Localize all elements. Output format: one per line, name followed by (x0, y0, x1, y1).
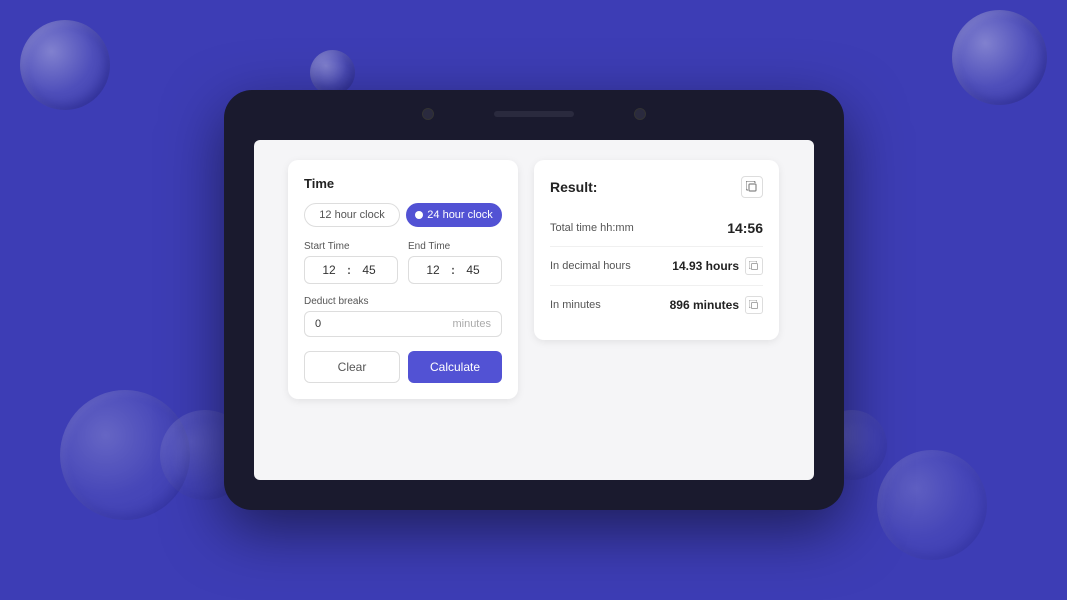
start-time-group: Start Time : (304, 241, 398, 284)
24-hour-label: 24 hour clock (427, 209, 492, 221)
tablet-camera (422, 108, 434, 120)
copy-minutes-button[interactable] (745, 296, 763, 314)
decorative-sphere-1 (20, 20, 110, 110)
minutes-row: In minutes 896 minutes (550, 286, 763, 324)
decimal-hours-label: In decimal hours (550, 260, 631, 272)
tablet-top-bar (224, 90, 844, 138)
start-time-label: Start Time (304, 241, 398, 252)
breaks-value-input[interactable] (315, 318, 355, 330)
breaks-input-container[interactable]: minutes (304, 311, 502, 337)
minutes-value: 896 minutes (670, 298, 739, 312)
decorative-sphere-2 (310, 50, 355, 95)
start-minutes-input[interactable] (355, 263, 383, 277)
end-minutes-input[interactable] (459, 263, 487, 277)
decorative-sphere-3 (952, 10, 1047, 105)
minutes-label: In minutes (550, 299, 601, 311)
time-inputs-row: Start Time : End Time : (304, 241, 502, 284)
clock-toggle-group: 12 hour clock 24 hour clock (304, 203, 502, 227)
deduct-breaks-label: Deduct breaks (304, 296, 502, 307)
panel-title: Time (304, 176, 502, 191)
total-time-row: Total time hh:mm 14:56 (550, 210, 763, 247)
end-hours-input[interactable] (419, 263, 447, 277)
tablet-speaker (494, 111, 574, 117)
end-time-group: End Time : (408, 241, 502, 284)
radio-dot-icon (415, 211, 423, 219)
tablet-screen: Time 12 hour clock 24 hour clock Start T… (254, 140, 814, 480)
decimal-hours-row: In decimal hours 14.93 hours (550, 247, 763, 286)
tablet-device: Time 12 hour clock 24 hour clock Start T… (224, 90, 844, 510)
end-time-input[interactable]: : (408, 256, 502, 284)
copy-decimal-button[interactable] (745, 257, 763, 275)
decimal-hours-value: 14.93 hours (672, 259, 739, 273)
decimal-hours-value-group: 14.93 hours (672, 257, 763, 275)
start-hours-input[interactable] (315, 263, 343, 277)
action-buttons-row: Clear Calculate (304, 351, 502, 383)
12-hour-label: 12 hour clock (319, 209, 384, 221)
start-time-input[interactable]: : (304, 256, 398, 284)
start-time-separator: : (347, 263, 351, 277)
minutes-unit-label: minutes (452, 318, 491, 330)
24-hour-clock-button[interactable]: 24 hour clock (406, 203, 502, 227)
result-header: Result: (550, 176, 763, 198)
minutes-value-group: 896 minutes (670, 296, 763, 314)
12-hour-clock-button[interactable]: 12 hour clock (304, 203, 400, 227)
total-time-label: Total time hh:mm (550, 222, 634, 234)
total-time-value: 14:56 (727, 220, 763, 236)
copy-all-button[interactable] (741, 176, 763, 198)
clear-button[interactable]: Clear (304, 351, 400, 383)
result-title: Result: (550, 179, 597, 195)
end-time-label: End Time (408, 241, 502, 252)
decorative-sphere-6 (877, 450, 987, 560)
calculate-button[interactable]: Calculate (408, 351, 502, 383)
end-time-separator: : (451, 263, 455, 277)
result-panel: Result: Total time hh:mm 14:56 In decima… (534, 160, 779, 340)
time-input-panel: Time 12 hour clock 24 hour clock Start T… (288, 160, 518, 399)
tablet-camera-right (634, 108, 646, 120)
